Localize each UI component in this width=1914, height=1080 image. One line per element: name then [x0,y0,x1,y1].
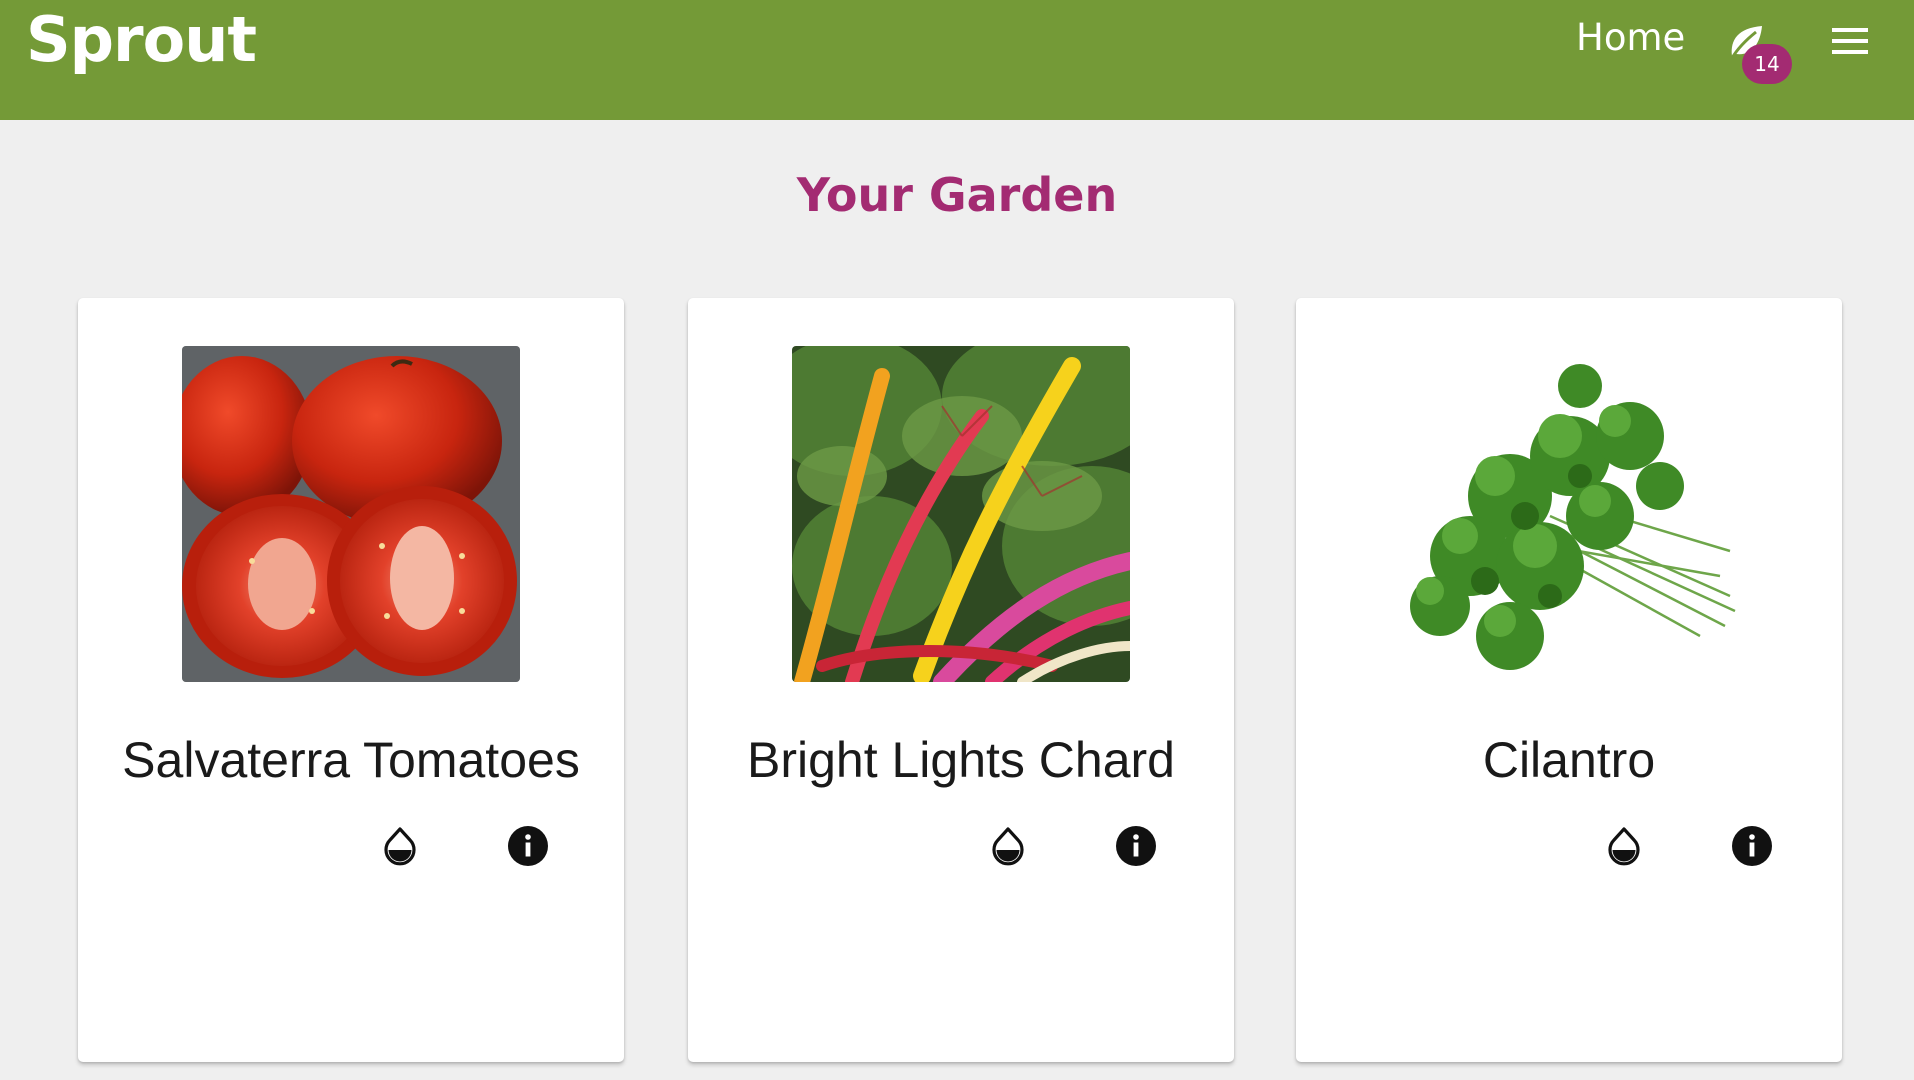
water-drop-icon [384,827,416,866]
menu-button[interactable] [1824,22,1876,60]
plant-card: Bright Lights Chard [688,298,1234,1062]
plant-name: Cilantro [1482,732,1656,788]
page-title: Your Garden [796,168,1118,222]
app-bar: Sprout Home 14 [0,0,1914,120]
water-drop-icon [1608,827,1640,866]
hamburger-menu-icon [1832,28,1868,32]
water-button[interactable] [1602,824,1646,868]
water-drop-icon [992,827,1024,866]
water-button[interactable] [986,824,1030,868]
info-button[interactable] [1114,824,1158,868]
water-button[interactable] [378,824,422,868]
plant-card: Cilantro [1296,298,1842,1062]
nav-home-link[interactable]: Home [1576,14,1685,62]
chard-photo[interactable] [792,346,1130,682]
plant-card: Salvaterra Tomatoes [78,298,624,1062]
garden-button[interactable]: 14 [1716,18,1804,88]
plant-name: Bright Lights Chard [746,732,1175,788]
info-icon [1732,826,1772,866]
plant-name: Salvaterra Tomatoes [122,732,580,788]
info-icon [1116,826,1156,866]
info-button[interactable] [1730,824,1774,868]
brand-logo[interactable]: Sprout [26,2,257,78]
cilantro-photo[interactable] [1400,346,1738,682]
tomatoes-photo[interactable] [182,346,520,682]
info-icon [508,826,548,866]
garden-count-badge: 14 [1742,44,1792,84]
info-button[interactable] [506,824,550,868]
